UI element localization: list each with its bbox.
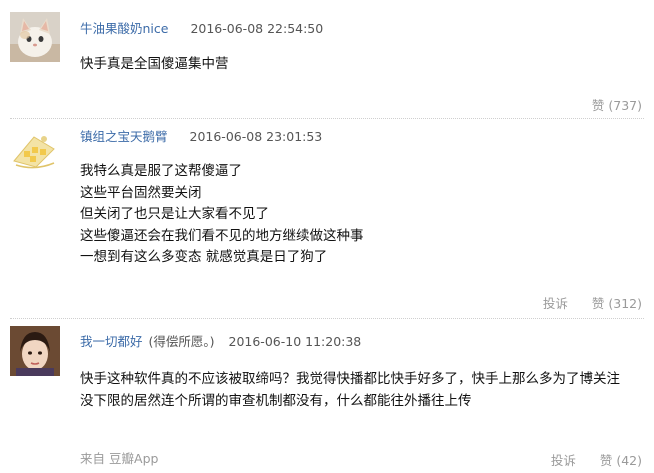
comment-line: 一想到有这么多变态 就感觉真是日了狗了 [80, 249, 328, 265]
comment-actions: 投诉 赞 (312) [543, 293, 642, 312]
like-label: 赞 [591, 98, 605, 113]
comment-line: 快手真是全国傻逼集中营 [80, 56, 229, 72]
report-button[interactable]: 投诉 [543, 296, 568, 311]
report-button[interactable]: 投诉 [551, 453, 576, 468]
like-label: 赞 [599, 453, 613, 468]
comment-source: 来自 豆瓣App [80, 448, 158, 467]
source-app-link[interactable]: 豆瓣App [109, 451, 158, 466]
username-link[interactable]: 我一切都好 [80, 334, 143, 349]
like-label: 赞 [591, 296, 605, 311]
like-count: (737) [608, 98, 642, 113]
comment-line: 没下限的居然连个所谓的审查机制都没有，什么都能往外播往上传 [80, 392, 472, 409]
user-signature: (得偿所愿。) [148, 334, 215, 349]
comment-text: 快手这种软件真的不应该被取缔吗？我觉得快播都比快手好多了，快手上那么多为了博关注… [80, 369, 620, 412]
timestamp: 2016-06-08 23:01:53 [189, 129, 323, 144]
illustration-avatar-icon [10, 125, 60, 175]
comment-text: 快手真是全国傻逼集中营 [80, 54, 229, 76]
portrait-avatar-icon [10, 326, 60, 376]
like-button[interactable]: 赞 (312) [592, 296, 642, 311]
avatar[interactable] [10, 125, 60, 175]
comment-line: 我特么真是服了这帮傻逼了 [80, 163, 242, 179]
comment-text: 我特么真是服了这帮傻逼了 这些平台固然要关闭 但关闭了也只是让大家看不见了 这些… [80, 161, 364, 269]
comment-item: 镇组之宝天鹅臂 2016-06-08 23:01:53 我特么真是服了这帮傻逼了… [0, 119, 654, 314]
like-count: (42) [616, 453, 642, 468]
comment-actions: 投诉 赞 (42) [551, 450, 642, 469]
like-button[interactable]: 赞 (42) [600, 453, 642, 468]
like-button[interactable]: 赞 (737) [592, 98, 642, 113]
cat-avatar-icon [10, 12, 60, 62]
username-link[interactable]: 牛油果酸奶nice [80, 21, 168, 36]
avatar[interactable] [10, 326, 60, 376]
timestamp: 2016-06-10 11:20:38 [228, 334, 362, 349]
comment-item: 牛油果酸奶nice 2016-06-08 22:54:50 快手真是全国傻逼集中… [0, 0, 654, 125]
avatar[interactable] [10, 12, 60, 62]
timestamp: 2016-06-08 22:54:50 [190, 21, 324, 36]
comment-actions: 赞 (737) [592, 95, 642, 114]
comment-line: 但关闭了也只是让大家看不见了 [80, 206, 269, 222]
comment-item: 我一切都好 (得偿所愿。) 2016-06-10 11:20:38 快手这种软件… [0, 319, 654, 473]
source-prefix: 来自 [80, 451, 106, 466]
comment-line: 这些傻逼还会在我们看不见的地方继续做这种事 [80, 227, 364, 244]
comment-meta: 牛油果酸奶nice 2016-06-08 22:54:50 [80, 18, 323, 37]
like-count: (312) [608, 296, 642, 311]
comment-meta: 我一切都好 (得偿所愿。) 2016-06-10 11:20:38 [80, 331, 361, 350]
comment-line: 快手这种软件真的不应该被取缔吗？我觉得快播都比快手好多了，快手上那么多为了博关注 [80, 371, 620, 387]
comment-line: 这些平台固然要关闭 [80, 184, 202, 201]
comment-meta: 镇组之宝天鹅臂 2016-06-08 23:01:53 [80, 126, 322, 145]
username-link[interactable]: 镇组之宝天鹅臂 [80, 129, 168, 144]
